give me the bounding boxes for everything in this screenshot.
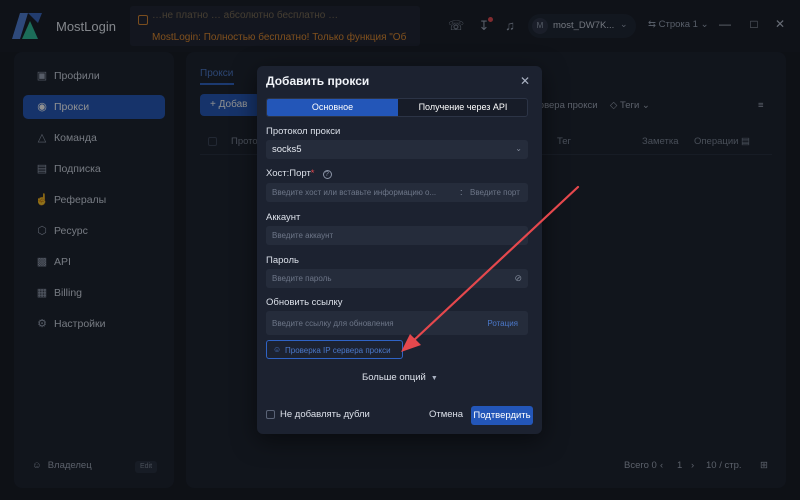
user-shield-icon: ☺ <box>273 345 282 354</box>
host-input[interactable]: Введите хост или вставьте информацию о..… <box>272 188 452 197</box>
caret-down-icon: ▼ <box>430 375 438 382</box>
more-options-toggle[interactable]: Больше опций ▼ <box>362 372 438 383</box>
colon-separator: : <box>460 187 463 197</box>
check-proxy-ip-button[interactable]: ☺ Проверка IP сервера прокси <box>266 340 403 359</box>
chevron-down-icon: ⌄ <box>515 144 522 153</box>
account-input[interactable]: Введите аккаунт <box>266 226 528 245</box>
tab-api[interactable]: Получение через API <box>398 99 528 116</box>
required-asterisk: * <box>310 168 315 179</box>
rotation-link[interactable]: Ротация <box>487 319 518 328</box>
password-input[interactable]: Введите пароль ⊘ <box>266 269 528 288</box>
no-duplicates-label[interactable]: Не добавлять дубли <box>280 409 370 420</box>
tab-basic[interactable]: Основное <box>267 99 398 116</box>
dialog-title: Добавить прокси <box>266 74 370 88</box>
account-label: Аккаунт <box>266 212 301 223</box>
mode-tabs: Основное Получение через API <box>266 98 528 117</box>
close-icon[interactable]: ✕ <box>520 74 530 88</box>
account-placeholder: Введите аккаунт <box>272 231 334 240</box>
password-placeholder: Введите пароль <box>272 274 332 283</box>
eye-hidden-icon[interactable]: ⊘ <box>514 273 522 284</box>
protocol-label: Протокол прокси <box>266 126 341 137</box>
cancel-button[interactable]: Отмена <box>429 406 463 424</box>
port-input[interactable]: Введите порт <box>470 188 526 197</box>
more-options-label: Больше опций <box>362 372 426 383</box>
add-proxy-dialog: Добавить прокси ✕ Основное Получение чер… <box>257 66 542 434</box>
protocol-select[interactable]: socks5 ⌄ <box>266 140 528 159</box>
no-duplicates-checkbox[interactable] <box>266 410 275 419</box>
help-icon[interactable]: ? <box>322 170 332 179</box>
refresh-url-input[interactable]: Введите ссылку для обновления Ротация <box>266 311 528 335</box>
confirm-button[interactable]: Подтвердить <box>471 406 533 425</box>
protocol-value: socks5 <box>272 144 302 155</box>
hostport-label-text: Хост:Порт <box>266 168 311 179</box>
refresh-url-label: Обновить ссылку <box>266 297 343 308</box>
password-label: Пароль <box>266 255 299 266</box>
check-proxy-ip-label: Проверка IP сервера прокси <box>285 346 391 355</box>
refresh-url-placeholder: Введите ссылку для обновления <box>272 319 394 328</box>
hostport-input[interactable]: Введите хост или вставьте информацию о..… <box>266 183 528 202</box>
hostport-label: Хост:Порт*? <box>266 168 332 179</box>
